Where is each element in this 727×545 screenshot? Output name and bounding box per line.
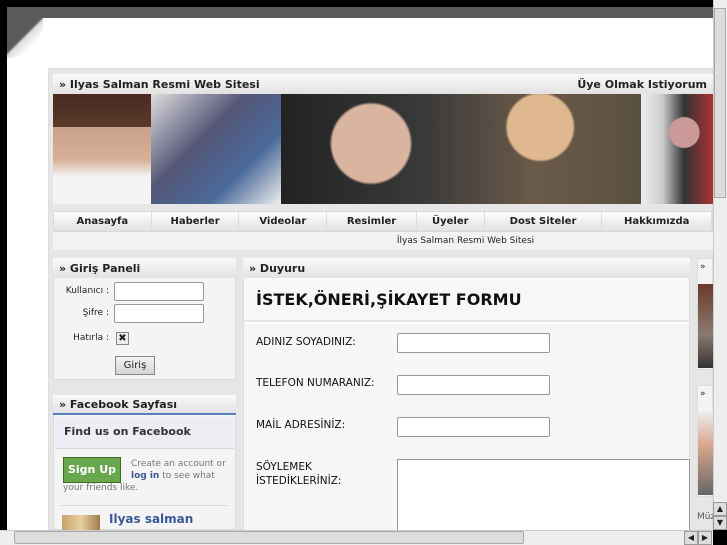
nav-anasayfa[interactable]: Anasayfa	[54, 212, 152, 231]
browser-frame-band	[7, 7, 713, 18]
password-label: Şifre :	[82, 308, 109, 318]
duyuru-title: » Duyuru	[243, 258, 690, 278]
facebook-panel-title: » Facebook Sayfası	[53, 395, 236, 415]
message-label-2: İSTEDİKLERİNİZ:	[256, 475, 342, 487]
divider	[59, 505, 229, 506]
phone-input[interactable]	[397, 375, 550, 395]
email-input[interactable]	[397, 417, 550, 437]
login-panel-title: » Giriş Paneli	[53, 258, 236, 278]
name-input[interactable]	[397, 333, 550, 353]
login-button[interactable]: Giriş	[115, 356, 155, 375]
username-label: Kullanıcı :	[65, 286, 109, 296]
banner-photo	[53, 94, 151, 204]
site-title: » Ilyas Salman Resmi Web Sitesi	[59, 77, 260, 91]
site-header: » Ilyas Salman Resmi Web Sitesi Üye Olma…	[53, 74, 713, 94]
facebook-page-name[interactable]: Ilyas salman	[109, 512, 193, 526]
banner-photo	[151, 94, 281, 204]
name-label: ADINIZ SOYADINIZ:	[256, 336, 356, 348]
nav-resimler[interactable]: Resimler	[327, 212, 417, 231]
scroll-down-button[interactable]: ▼	[713, 516, 727, 530]
nav-videolar[interactable]: Videolar	[239, 212, 328, 231]
username-input[interactable]	[114, 282, 204, 301]
right-panel-2-title: »	[700, 389, 706, 399]
remember-checkbox[interactable]: ✖	[116, 332, 129, 345]
scroll-right-button[interactable]: ▶	[698, 531, 712, 545]
facebook-text: Create an account or log in to see what y…	[63, 458, 231, 494]
facebook-heading: Find us on Facebook	[55, 417, 234, 449]
banner-image	[53, 94, 713, 204]
remember-label: Hatırla :	[73, 333, 109, 343]
email-label: MAİL ADRESİNİZ:	[256, 419, 346, 431]
facebook-page-thumbnail	[62, 515, 100, 530]
banner-photo	[281, 94, 641, 204]
facebook-text-1: Create an account or	[131, 459, 226, 469]
nav-uyeler[interactable]: Üyeler	[417, 212, 485, 231]
nav-haberler[interactable]: Haberler	[152, 212, 240, 231]
scroll-left-button[interactable]: ◀	[684, 531, 698, 545]
form-title: İSTEK,ÖNERİ,ŞİKAYET FORMU	[244, 279, 689, 322]
nav-hakkimizda[interactable]: Hakkımızda	[602, 212, 713, 231]
register-link[interactable]: Üye Olmak Istiyorum	[577, 78, 707, 91]
message-label-1: SÖYLEMEK	[256, 461, 312, 473]
banner-photo	[641, 94, 713, 204]
right-panel-2-image	[698, 411, 713, 495]
scroll-up-button[interactable]: ▲	[713, 502, 727, 516]
facebook-login-link[interactable]: log in	[131, 471, 159, 481]
nav-dost-siteler[interactable]: Dost Siteler	[485, 212, 603, 231]
phone-label: TELEFON NUMARANIZ:	[256, 377, 375, 389]
main-nav: Anasayfa Haberler Videolar Resimler Üyel…	[53, 211, 713, 232]
right-panel-1-title: »	[700, 262, 706, 272]
vertical-scrollbar-thumb[interactable]	[714, 8, 726, 198]
horizontal-scrollbar-thumb[interactable]	[14, 531, 524, 544]
password-input[interactable]	[114, 304, 204, 323]
right-panel-1-image	[698, 284, 713, 368]
site-subtitle: İlyas Salman Resmi Web Sitesi	[53, 232, 713, 250]
message-textarea[interactable]	[397, 459, 690, 534]
